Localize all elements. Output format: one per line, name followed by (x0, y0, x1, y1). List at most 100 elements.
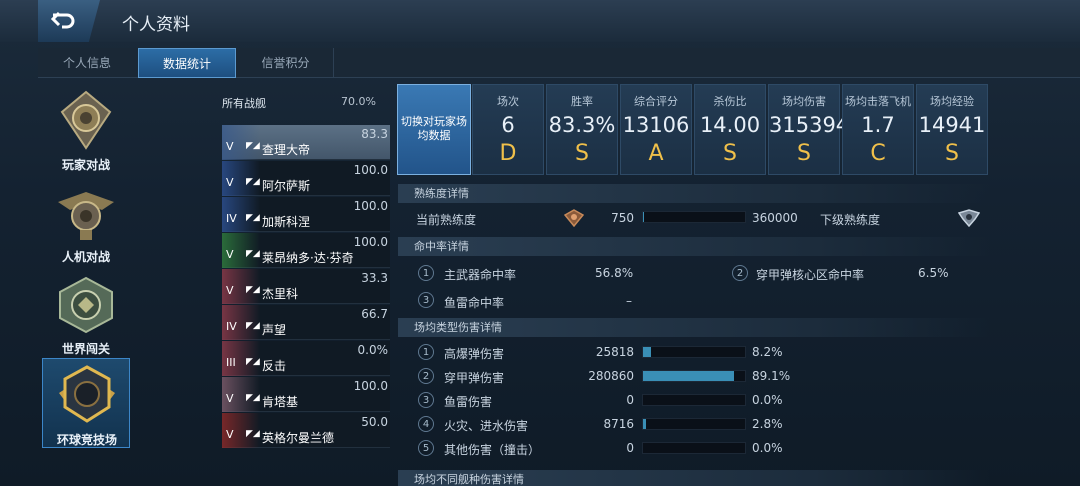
current-proficiency-label: 当前熟练度 (416, 213, 477, 227)
stat-label: 场均击落飞机 (845, 95, 911, 108)
ship-row[interactable]: V ◤◢ 阿尔萨斯 100.0 (222, 161, 390, 196)
stat-tile: 杀伤比 14.00 S (694, 84, 766, 175)
tab-bar: 个人信息 数据统计 信誉积分 (38, 48, 1080, 78)
stat-label: 杀伤比 (713, 95, 747, 108)
mode-pvp-label: 玩家对战 (61, 158, 110, 172)
main-weapon-hitrate-label: 主武器命中率 (444, 268, 517, 282)
stat-value: 1.7 (861, 113, 895, 137)
ship-winrate: 83.3 (361, 127, 388, 141)
stat-value: 83.3% (548, 113, 616, 137)
ship-winrate: 0.0% (357, 343, 389, 357)
stat-tile: 综合评分 13106 A (620, 84, 692, 175)
damage-index: 1 (418, 344, 434, 360)
world-emblem-icon (59, 276, 113, 334)
torpedo-hitrate-label: 鱼雷命中率 (444, 296, 505, 310)
damage-bar (642, 442, 746, 454)
max-proficiency-value: 360000 (752, 211, 798, 225)
damage-value: 280860 (588, 369, 634, 383)
pvp-emblem-icon (60, 90, 112, 150)
ship-type-damage-header: 场均不同舰种伤害详情 (398, 470, 990, 486)
stat-grade: S (945, 141, 959, 166)
stat-label: 综合评分 (634, 95, 678, 108)
stat-value: 14.00 (699, 113, 761, 137)
ship-winrate: 50.0 (361, 415, 388, 429)
all-ships-label: 所有战舰 (222, 97, 266, 110)
mode-sidebar: 玩家对战 人机对战 世界闯关 环球竞技场 (38, 84, 132, 486)
damage-bar-fill (643, 419, 646, 429)
ship-class-icon: ◤◢ (246, 429, 260, 439)
ship-tier: V (226, 428, 234, 441)
stat-grade: C (870, 141, 886, 166)
mode-pve[interactable]: 人机对战 (42, 178, 130, 268)
stat-label: 胜率 (571, 95, 593, 108)
damage-index: 2 (418, 368, 434, 384)
damage-label: 高爆弹伤害 (444, 347, 505, 361)
hitrate-header: 命中率详情 (398, 237, 990, 256)
mode-world[interactable]: 世界闯关 (42, 270, 130, 360)
damage-value: 25818 (595, 345, 634, 359)
ship-class-icon: ◤◢ (246, 141, 260, 151)
damage-percent: 2.8% (752, 417, 783, 431)
ship-row[interactable]: V ◤◢ 肯塔基 100.0 (222, 377, 390, 412)
stat-tile: 场均击落飞机 1.7 C (842, 84, 914, 175)
damage-bar (642, 370, 746, 382)
damage-label: 鱼雷伤害 (444, 395, 493, 409)
stat-value: 6 (501, 113, 515, 137)
ship-tier: V (226, 140, 234, 153)
stat-tile: 胜率 83.3% S (546, 84, 618, 175)
hitrate-index-1: 1 (418, 265, 434, 281)
tab-statistics[interactable]: 数据统计 (138, 48, 236, 78)
tab-personal-info[interactable]: 个人信息 (38, 48, 136, 78)
ship-row[interactable]: V ◤◢ 杰里科 33.3 (222, 269, 390, 304)
ship-class-icon: ◤◢ (246, 249, 260, 259)
ship-tier: IV (226, 320, 237, 333)
proficiency-bar-fill (643, 212, 644, 222)
proficiency-bar (642, 211, 746, 223)
all-ships-row[interactable]: 所有战舰 70.0% (222, 92, 390, 114)
ship-row[interactable]: V ◤◢ 莱昂纳多·达·芬奇 100.0 (222, 233, 390, 268)
ship-tier: IV (226, 212, 237, 225)
ship-name: 杰里科 (262, 287, 299, 301)
all-ships-rate: 70.0% (341, 95, 376, 108)
ship-row[interactable]: V ◤◢ 英格尔曼兰德 50.0 (222, 413, 390, 448)
damage-bar (642, 346, 746, 358)
damage-value: 0 (626, 441, 634, 455)
stat-value: 13106 (622, 113, 690, 137)
damage-bar-fill (643, 347, 652, 357)
next-rank-badge-icon (958, 209, 980, 227)
ship-class-icon: ◤◢ (246, 393, 260, 403)
damage-label: 火灾、进水伤害 (444, 419, 529, 433)
ship-winrate: 100.0 (353, 235, 388, 249)
ship-row[interactable]: V ◤◢ 查理大帝 83.3 (222, 125, 390, 160)
stat-value: 14941 (918, 113, 986, 137)
damage-index: 4 (418, 416, 434, 432)
hitrate-index-3: 3 (418, 292, 434, 308)
damage-percent: 0.0% (752, 441, 783, 455)
mode-arena[interactable]: 环球竞技场 (42, 358, 130, 448)
stat-tile: 场次 6 D (472, 84, 544, 175)
ap-core-hitrate-value: 6.5% (918, 266, 949, 280)
ship-winrate: 100.0 (353, 199, 388, 213)
damage-value: 8716 (603, 417, 634, 431)
ship-row[interactable]: III ◤◢ 反击 0.0% (222, 341, 390, 376)
stat-grade: S (797, 141, 811, 166)
ship-row[interactable]: IV ◤◢ 加斯科涅 100.0 (222, 197, 390, 232)
arena-emblem-icon (59, 365, 115, 423)
switch-average-button[interactable]: 切换对玩家场均数据 (397, 84, 471, 175)
damage-bar (642, 394, 746, 406)
ship-row[interactable]: IV ◤◢ 声望 66.7 (222, 305, 390, 340)
ship-name: 查理大帝 (262, 143, 311, 157)
torpedo-hitrate-value: – (626, 294, 632, 308)
ship-winrate: 100.0 (353, 163, 388, 177)
ship-tier: V (226, 392, 234, 405)
ship-tier: V (226, 248, 234, 261)
hitrate-index-2: 2 (732, 265, 748, 281)
ship-name: 莱昂纳多·达·芬奇 (262, 251, 354, 265)
mode-pvp[interactable]: 玩家对战 (42, 86, 130, 176)
damage-label: 穿甲弹伤害 (444, 371, 505, 385)
pve-emblem-icon (58, 192, 114, 240)
damage-percent: 89.1% (752, 369, 791, 383)
stat-grade: D (499, 141, 517, 166)
tab-credit-score[interactable]: 信誉积分 (238, 48, 334, 78)
mode-world-label: 世界闯关 (61, 342, 110, 356)
